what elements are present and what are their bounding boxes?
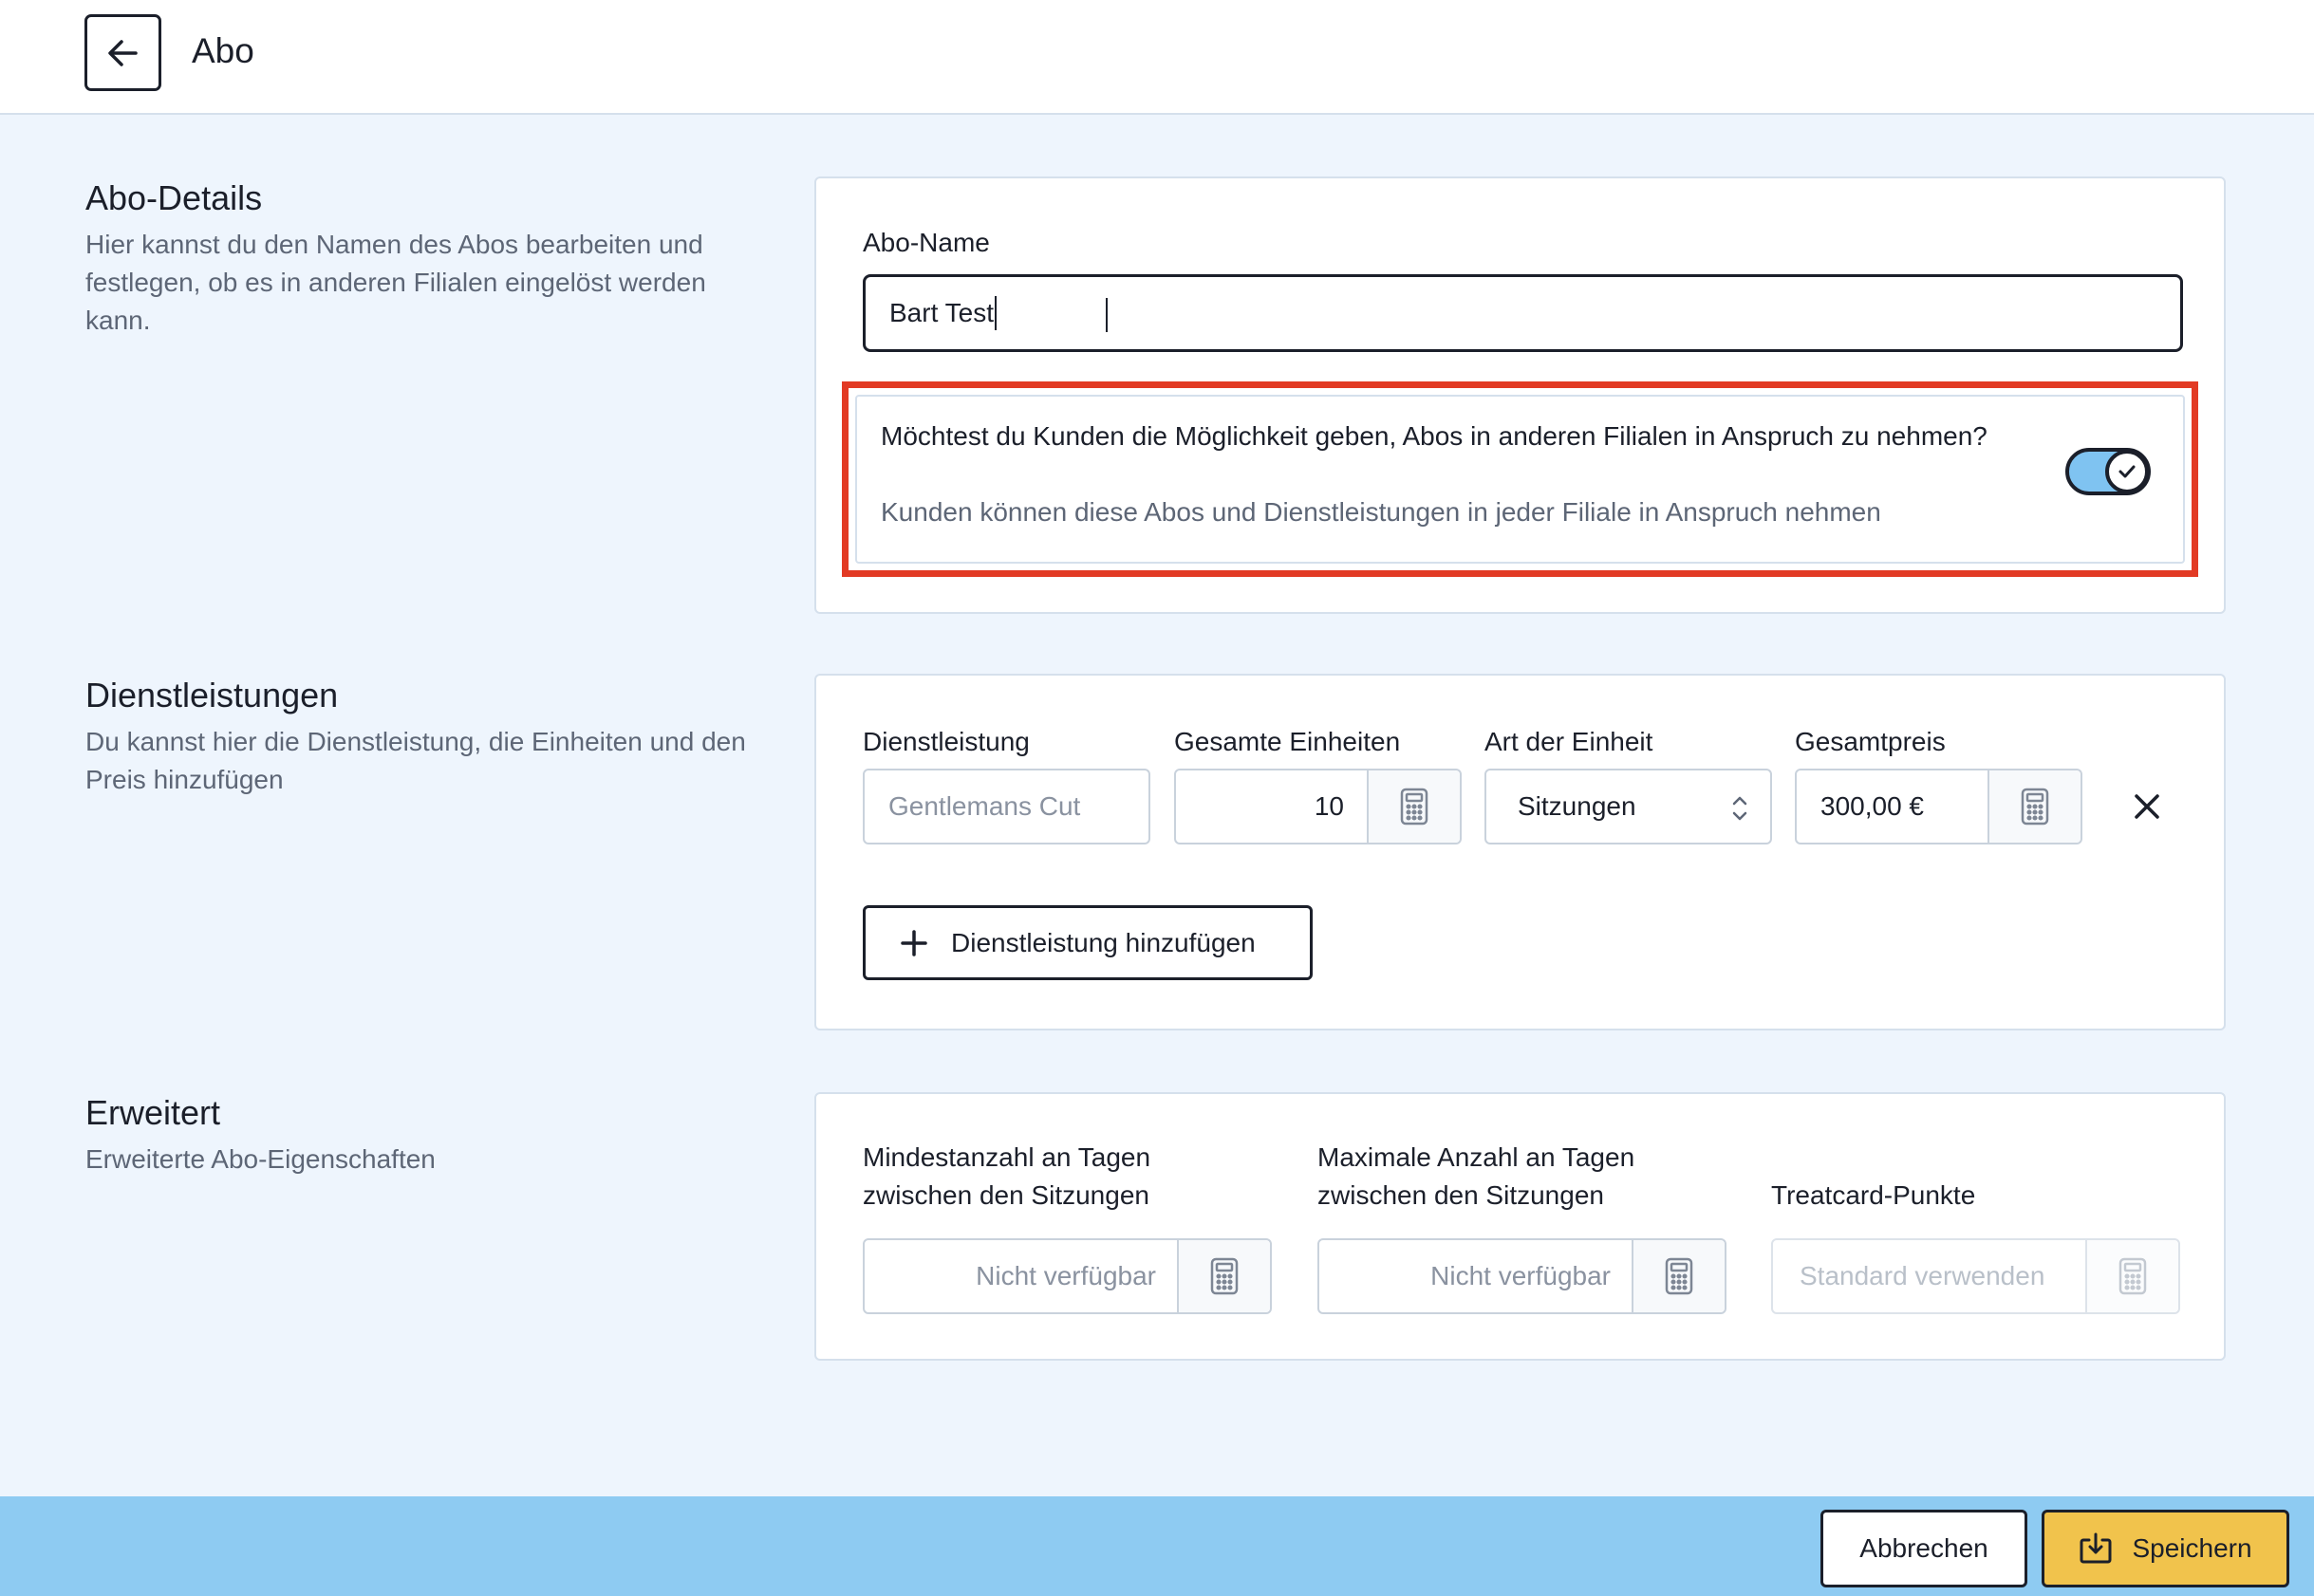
cross-branch-toggle[interactable] — [2065, 448, 2151, 495]
back-button[interactable] — [84, 14, 161, 91]
treatcard-points-input[interactable]: Standard verwenden — [1771, 1238, 2180, 1314]
calculator-icon[interactable] — [1177, 1240, 1270, 1312]
price-input[interactable]: 300,00 € — [1795, 769, 2082, 844]
price-value: 300,00 € — [1820, 791, 1924, 821]
units-input[interactable]: 10 — [1174, 769, 1462, 844]
min-days-label-line1: Mindestanzahl an Tagen — [863, 1142, 1151, 1172]
details-section-description: Hier kannst du den Namen des Abos bearbe… — [85, 230, 706, 335]
calculator-icon[interactable] — [2085, 1240, 2178, 1312]
max-days-input[interactable]: Nicht verfügbar — [1317, 1238, 1726, 1314]
abo-name-value: Bart Test — [889, 298, 994, 327]
treatcard-points-placeholder: Standard verwenden — [1800, 1261, 2045, 1290]
details-section-title: Abo-Details — [85, 178, 263, 217]
max-days-label-line1: Maximale Anzahl an Tagen — [1317, 1142, 1635, 1172]
cross-branch-hint: Kunden können diese Abos und Dienstleist… — [881, 497, 1881, 527]
page-title: Abo — [192, 31, 254, 70]
min-days-placeholder: Nicht verfügbar — [976, 1261, 1156, 1290]
calculator-icon[interactable] — [1987, 770, 2081, 843]
cross-branch-highlight: Möchtest du Kunden die Möglichkeit geben… — [842, 381, 2198, 577]
max-days-label: Maximale Anzahl an Tagen zwischen den Si… — [1317, 1139, 1634, 1215]
min-days-label: Mindestanzahl an Tagen zwischen den Sitz… — [863, 1139, 1150, 1215]
services-section-info: Dienstleistungen Du kannst hier die Dien… — [85, 674, 769, 799]
arrow-left-icon — [104, 34, 142, 72]
cross-branch-option: Möchtest du Kunden die Möglichkeit geben… — [855, 395, 2185, 564]
service-label: Dienstleistung — [863, 727, 1030, 756]
plus-icon — [900, 929, 928, 957]
advanced-section-title: Erweitert — [85, 1093, 221, 1132]
treatcard-points-label: Treatcard-Punkte — [1771, 1180, 1976, 1210]
footer-bar: Abbrechen Speichern — [0, 1496, 2314, 1596]
details-card: Abo-Name Bart Test Möchtest du Kunden di… — [814, 176, 2226, 614]
top-bar: Abo — [0, 0, 2314, 115]
unit-type-label: Art der Einheit — [1484, 727, 1653, 756]
add-service-label: Dienstleistung hinzufügen — [951, 927, 1256, 957]
units-label: Gesamte Einheiten — [1174, 727, 1401, 756]
cross-branch-question: Möchtest du Kunden die Möglichkeit geben… — [881, 421, 1987, 451]
abo-name-input[interactable]: Bart Test — [863, 274, 2183, 352]
max-days-placeholder: Nicht verfügbar — [1430, 1261, 1611, 1290]
advanced-card: Mindestanzahl an Tagen zwischen den Sitz… — [814, 1092, 2226, 1361]
details-section-info: Abo-Details Hier kannst du den Namen des… — [85, 176, 769, 340]
text-caret — [994, 296, 997, 330]
text-cursor-marker — [1106, 298, 1108, 332]
max-days-label-line2: zwischen den Sitzungen — [1317, 1180, 1604, 1210]
close-icon — [2133, 792, 2161, 821]
calculator-icon[interactable] — [1367, 770, 1460, 843]
advanced-section-info: Erweitert Erweiterte Abo-Eigenschaften — [85, 1091, 769, 1178]
chevron-up-down-icon — [1730, 793, 1749, 824]
abo-name-label: Abo-Name — [863, 228, 990, 257]
cancel-button[interactable]: Abbrechen — [1820, 1510, 2027, 1587]
save-icon — [2079, 1532, 2113, 1565]
services-section-title: Dienstleistungen — [85, 676, 339, 714]
save-button[interactable]: Speichern — [2042, 1510, 2289, 1587]
unit-type-select[interactable]: Sitzungen — [1484, 769, 1772, 844]
save-label: Speichern — [2132, 1533, 2252, 1563]
service-placeholder: Gentlemans Cut — [888, 791, 1081, 821]
service-input[interactable]: Gentlemans Cut — [863, 769, 1150, 844]
check-icon — [2105, 450, 2149, 493]
min-days-label-line2: zwischen den Sitzungen — [863, 1180, 1149, 1210]
unit-type-value: Sitzungen — [1518, 791, 1636, 821]
add-service-button[interactable]: Dienstleistung hinzufügen — [863, 905, 1313, 980]
services-section-description: Du kannst hier die Dienstleistung, die E… — [85, 727, 746, 794]
advanced-section-description: Erweiterte Abo-Eigenschaften — [85, 1144, 436, 1174]
calculator-icon[interactable] — [1632, 1240, 1725, 1312]
services-card: Dienstleistung Gesamte Einheiten Art der… — [814, 674, 2226, 1030]
units-value: 10 — [1314, 791, 1344, 821]
price-label: Gesamtpreis — [1795, 727, 1946, 756]
remove-service-button[interactable] — [2126, 786, 2168, 827]
min-days-input[interactable]: Nicht verfügbar — [863, 1238, 1272, 1314]
